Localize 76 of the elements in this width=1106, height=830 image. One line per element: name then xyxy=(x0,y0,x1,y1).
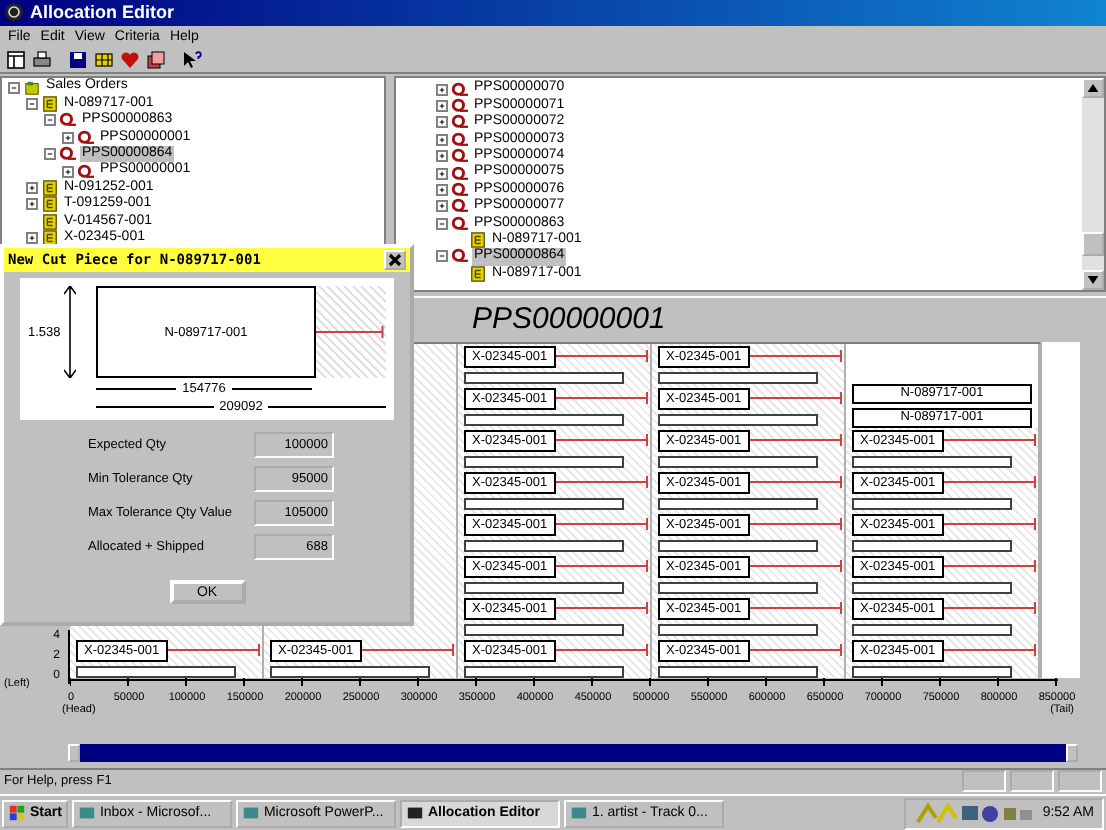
dimension-line xyxy=(268,406,387,408)
window-title: Allocation Editor xyxy=(30,2,174,23)
cut-line xyxy=(555,558,650,575)
cut-line xyxy=(943,600,1038,617)
app-icon xyxy=(569,804,588,823)
expand-toggle[interactable] xyxy=(62,165,74,178)
document-icon xyxy=(470,265,486,282)
expand-toggle[interactable] xyxy=(436,150,448,163)
cut-line xyxy=(555,600,650,617)
cut-line xyxy=(943,558,1038,575)
close-button[interactable] xyxy=(384,250,406,270)
cut-line xyxy=(943,474,1038,491)
dimension-line xyxy=(96,388,177,390)
heart-icon[interactable] xyxy=(118,47,142,72)
app-icon xyxy=(405,804,424,823)
scrollbar[interactable] xyxy=(1082,78,1104,290)
cut-line xyxy=(749,642,844,659)
collapse-toggle[interactable] xyxy=(8,81,20,94)
collapse-toggle[interactable] xyxy=(436,217,448,230)
app-icon xyxy=(241,804,260,823)
cut-line xyxy=(943,432,1038,449)
expand-toggle[interactable] xyxy=(436,183,448,196)
cut-line xyxy=(749,390,844,407)
layout-title: PPS00000001 xyxy=(472,302,666,337)
cut-line xyxy=(555,516,650,533)
cut-line xyxy=(749,474,844,491)
help-pointer-icon[interactable] xyxy=(180,47,204,72)
collapse-toggle[interactable] xyxy=(26,97,38,110)
grid-icon[interactable] xyxy=(92,47,116,72)
reel-icon xyxy=(452,248,468,265)
expand-toggle[interactable] xyxy=(436,116,448,129)
expand-toggle[interactable] xyxy=(26,232,38,245)
expand-toggle[interactable] xyxy=(436,99,448,112)
stack-icon[interactable] xyxy=(144,47,168,72)
app-logo-icon xyxy=(4,2,24,23)
cut-line xyxy=(749,348,844,365)
expand-toggle[interactable] xyxy=(436,83,448,96)
cut-line xyxy=(749,558,844,575)
expand-toggle[interactable] xyxy=(436,200,448,213)
cut-line xyxy=(749,600,844,617)
cut-line xyxy=(555,390,650,407)
cut-line xyxy=(749,516,844,533)
down-arrow-icon[interactable] xyxy=(1084,271,1102,287)
cut-line xyxy=(555,348,650,365)
cut-line xyxy=(555,642,650,659)
dimension-line xyxy=(96,406,214,408)
dimension-line xyxy=(231,388,313,390)
cut-line xyxy=(749,432,844,449)
windows-logo-icon xyxy=(8,804,26,823)
save-icon[interactable] xyxy=(66,47,90,72)
range-slider[interactable] xyxy=(68,743,1078,762)
collapse-toggle[interactable] xyxy=(436,250,448,263)
cut-line xyxy=(943,516,1038,533)
expand-toggle[interactable] xyxy=(26,181,38,194)
printer-icon[interactable] xyxy=(30,47,54,72)
expand-toggle[interactable] xyxy=(26,198,38,211)
height-dimension-arrow xyxy=(64,286,77,378)
expand-toggle[interactable] xyxy=(436,133,448,146)
scroll-thumb[interactable] xyxy=(1082,231,1104,256)
window-icon[interactable] xyxy=(4,47,28,72)
cut-line xyxy=(555,474,650,491)
expand-toggle[interactable] xyxy=(436,167,448,180)
collapse-toggle[interactable] xyxy=(44,114,56,127)
collapse-toggle[interactable] xyxy=(44,148,56,161)
expand-toggle[interactable] xyxy=(62,131,74,144)
tray-icons-drawing xyxy=(914,801,1035,826)
cut-line xyxy=(361,642,456,659)
cut-line xyxy=(943,642,1038,659)
folder-icon xyxy=(24,79,40,96)
app-icon xyxy=(77,804,96,823)
up-arrow-icon[interactable] xyxy=(1084,80,1102,97)
cut-line xyxy=(555,432,650,449)
cut-line xyxy=(167,642,262,659)
document-icon xyxy=(470,232,486,249)
cut-line xyxy=(316,324,386,340)
document-icon xyxy=(42,95,58,112)
